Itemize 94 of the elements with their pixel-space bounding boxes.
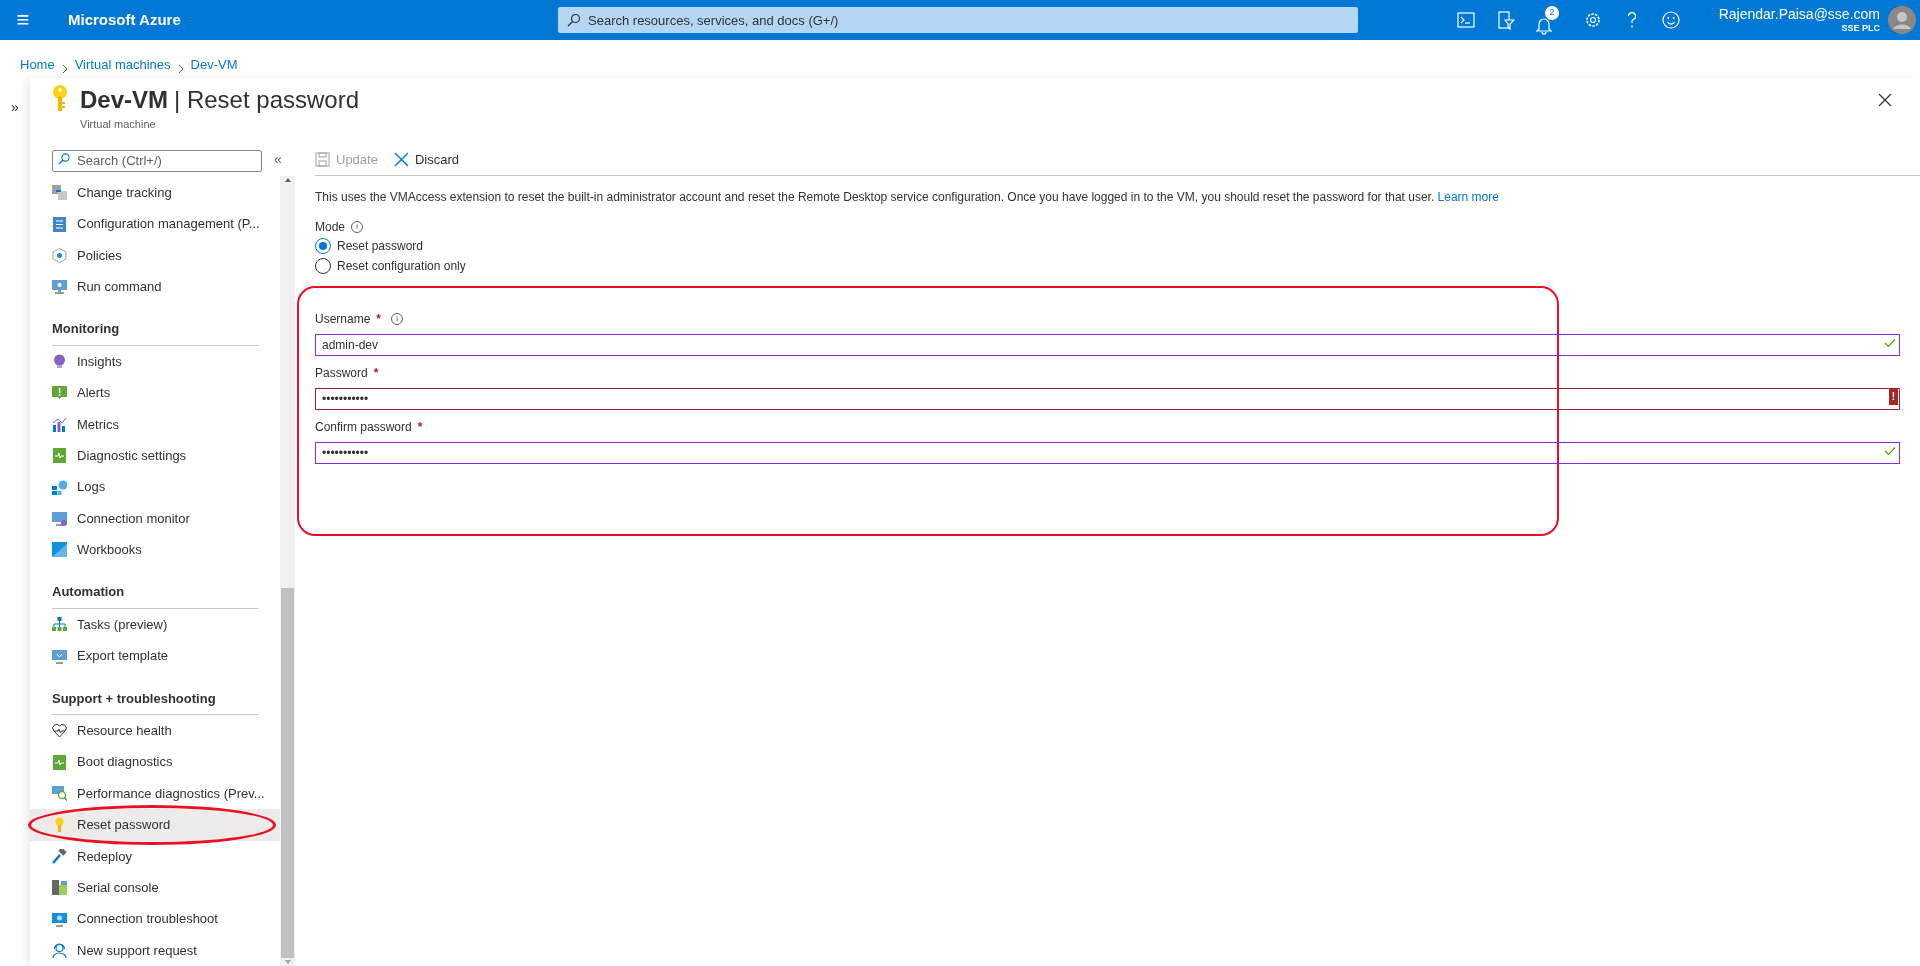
menu-item[interactable]: Connection troubleshoot (30, 903, 280, 935)
error-icon: ! (1889, 389, 1898, 405)
menu-item[interactable]: Resource health (30, 715, 280, 747)
menu-search-field[interactable]: Search (Ctrl+/) (52, 149, 262, 172)
menu-item[interactable]: New support request (30, 934, 280, 966)
checkmark-icon (1884, 338, 1896, 348)
menu-item[interactable]: Serial console (30, 872, 280, 904)
menu-item[interactable]: Diagnostic settings (30, 440, 280, 472)
save-icon (315, 152, 330, 167)
resource-name: Dev-VM (80, 85, 169, 115)
search-icon (567, 13, 581, 27)
chevron-right-icon (176, 64, 185, 74)
scroll-up-icon (283, 176, 292, 184)
brand-name[interactable]: Microsoft Azure (68, 8, 558, 32)
magnifier-monitor-icon (52, 786, 67, 802)
menu-section-header: Automation (52, 573, 258, 609)
user-email[interactable]: Rajendar.Paisa@sse.com (1718, 5, 1880, 24)
search-icon (58, 153, 70, 165)
input-field[interactable]: admin-dev (315, 334, 1900, 356)
breadcrumb-link[interactable]: Virtual machines (74, 54, 171, 74)
required-mark: * (373, 365, 379, 382)
required-mark: * (376, 311, 382, 328)
menu-item[interactable]: Insights (30, 345, 280, 378)
field-label: Confirm password (315, 419, 412, 436)
connection-troubleshoot-icon (52, 911, 67, 927)
menu-item[interactable]: Alerts (30, 377, 280, 409)
checkmark-icon (1884, 446, 1896, 456)
checklist-icon (52, 216, 67, 232)
menu-item[interactable]: Tasks (preview) (30, 608, 280, 641)
menu-button[interactable]: ≡ (0, 0, 46, 40)
collapse-button[interactable]: « (274, 152, 282, 166)
description-text: This uses the VMAccess extension to reset the built-in administrator account and reset the Remote Desktop service configuration. Once you have logged in to the VM, you should reset the password for that user. Learn more (315, 189, 1500, 206)
menu-item[interactable]: Logs (30, 471, 280, 503)
search-field[interactable]: Search resources, services, and docs (G+/) (558, 7, 1358, 33)
scrollbar-thumb[interactable] (281, 588, 294, 958)
required-mark: * (417, 419, 423, 436)
chevron-right-icon (60, 64, 69, 74)
menu-section-header: Monitoring (52, 310, 258, 346)
toolbar-button[interactable]: Discard (393, 149, 459, 170)
download-monitor-icon (52, 648, 67, 664)
field-label: Mode (315, 219, 346, 236)
menu-item[interactable]: Redeploy (30, 840, 280, 872)
settings-icon[interactable] (1583, 10, 1603, 30)
close-icon (1878, 93, 1892, 107)
field-label: Password (315, 365, 368, 382)
change-tracking-icon (52, 185, 67, 201)
organization-name: SSE PLC (1841, 23, 1880, 35)
monitor-icon (52, 279, 67, 295)
directory-filter-icon[interactable] (1495, 10, 1515, 30)
radio-option[interactable]: Reset password (315, 236, 1920, 256)
menu-item[interactable]: Change tracking (30, 177, 280, 209)
diagnostic-icon (52, 448, 67, 464)
menu-item[interactable]: Performance diagnostics (Prev... (30, 777, 280, 810)
menu-item[interactable]: Metrics (30, 408, 280, 441)
hierarchy-icon (52, 617, 67, 633)
menu-item[interactable]: Run command (30, 271, 280, 303)
menu-item[interactable]: Boot diagnostics (30, 746, 280, 778)
smiley-icon[interactable] (1661, 10, 1681, 30)
radio-option[interactable]: Reset configuration only (315, 256, 1920, 276)
key-icon (52, 84, 68, 114)
menu-item[interactable]: Configuration management (P... (30, 208, 280, 240)
menu-item[interactable]: Connection monitor (30, 502, 280, 535)
scrollbar[interactable] (280, 176, 295, 966)
resource-type: Virtual machine (80, 117, 157, 132)
workbook-icon (52, 542, 67, 558)
page-title: | Reset password (174, 85, 359, 115)
learn-more-link[interactable]: Learn more (1437, 190, 1499, 204)
support-person-icon (52, 942, 67, 958)
avatar-icon[interactable] (1888, 6, 1916, 34)
bar-chart-icon (52, 416, 67, 432)
hammer-icon (52, 848, 67, 864)
logs-icon (52, 479, 67, 495)
breadcrumb-link[interactable]: Dev-VM (190, 54, 238, 74)
lightbulb-icon (52, 354, 67, 370)
serial-console-icon (52, 880, 67, 896)
menu-item[interactable]: Workbooks (30, 534, 280, 566)
close-icon (393, 152, 409, 167)
notification-count: 2 (1545, 6, 1559, 20)
cloud-shell-icon[interactable] (1456, 10, 1476, 30)
expand-button[interactable]: » (11, 98, 19, 116)
menu-item[interactable]: Export template (30, 640, 280, 672)
hexagon-icon (52, 247, 67, 263)
notifications-button[interactable]: 2 (1534, 5, 1564, 35)
breadcrumb-link[interactable]: Home (20, 54, 55, 74)
field-label: Username (315, 311, 371, 328)
menu-section-header: Support + troubleshooting (52, 679, 258, 716)
heart-pulse-icon (52, 723, 67, 739)
bell-icon (1534, 15, 1554, 35)
diagnostic-icon (52, 754, 67, 770)
close-button[interactable] (1878, 92, 1894, 108)
input-field[interactable]: ••••••••••• (315, 442, 1900, 464)
menu-item[interactable]: Policies (30, 239, 280, 272)
connection-monitor-icon (52, 511, 67, 526)
alert-icon (52, 385, 67, 401)
